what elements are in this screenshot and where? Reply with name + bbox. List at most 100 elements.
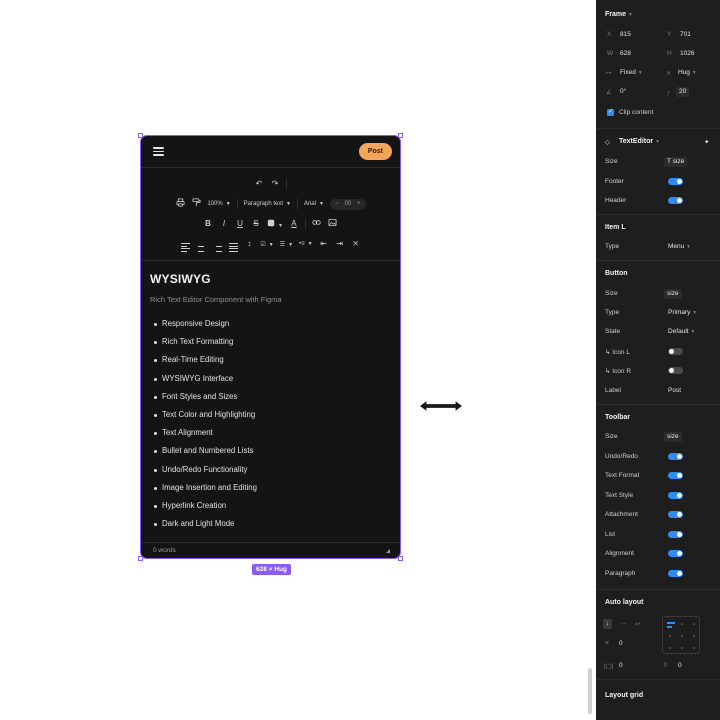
document-subtitle[interactable]: Rich Text Editor Component with Figma [150,295,392,304]
item-type-select[interactable]: Menu ▼ [668,243,691,250]
toolbar-size-field[interactable]: size [664,432,682,442]
list-item[interactable]: Real-Time Editing [150,351,392,369]
strikethrough-button[interactable]: S [251,218,261,230]
alignment-grid[interactable] [662,616,700,654]
button-size-field[interactable]: size [664,289,682,299]
text-color-button[interactable]: A [289,218,299,230]
frame-section-title[interactable]: Frame ▼ [605,11,633,18]
header-toggle[interactable] [668,197,683,204]
indent-increase-icon[interactable]: ⇥ [335,238,345,250]
corner-radius-field[interactable]: 20 [676,87,690,97]
list-toggle[interactable] [668,531,683,538]
selection-handle-bl[interactable] [138,556,143,561]
width-mode-select[interactable]: Fixed ▼ [620,69,643,76]
font-size-stepper[interactable]: − 00 + [329,198,366,210]
alignment-toggle[interactable] [668,550,683,557]
font-select[interactable]: Arial ▼ [304,201,324,207]
gap-field[interactable]: 0 [619,640,623,647]
component-size-field[interactable]: T size [664,157,688,167]
clear-format-icon[interactable]: ⨯ [351,238,361,250]
footer-toggle[interactable] [668,178,683,185]
rotation-field[interactable]: 0° [620,88,626,95]
list-item[interactable]: Undo/Redo Functionality [150,461,392,479]
highlight-select[interactable]: ▼ [267,219,283,229]
toolbar-row-format: B I U S ▼ A [149,214,392,234]
font-size-value[interactable]: 00 [344,201,351,207]
align-center-icon[interactable] [196,236,206,252]
bullet-list-select[interactable]: •≡ ▼ [299,241,313,247]
indent-decrease-icon[interactable]: ⇤ [319,238,329,250]
minus-icon[interactable]: − [335,201,339,207]
plus-icon[interactable]: + [357,201,361,207]
selection-handle-tl[interactable] [138,133,143,138]
canvas-scrollbar[interactable] [588,668,592,714]
checklist-icon: ☑ [260,241,266,248]
image-icon[interactable] [328,218,338,231]
text-editor-frame[interactable]: Post ↶ ↷ 100%▼ Paragraph text▼ Arial▼ [140,135,401,559]
horizontal-padding-field[interactable]: 0 [619,662,623,669]
button-state-select[interactable]: Default ▼ [668,328,695,335]
selection-handle-tr[interactable] [398,133,403,138]
align-left-icon[interactable] [180,236,190,252]
zoom-select[interactable]: 100% ▼ [207,201,230,207]
design-canvas[interactable]: Post ↶ ↷ 100%▼ Paragraph text▼ Arial▼ [0,0,596,720]
list-item[interactable]: Dark and Light Mode [150,515,392,533]
chevron-down-icon: ▼ [690,329,696,335]
text-format-toggle[interactable] [668,472,683,479]
list-item[interactable]: Font Styles and Sizes [150,388,392,406]
list-item[interactable]: Rich Text Formatting [150,333,392,351]
direction-wrap-icon[interactable]: ↩ [635,620,640,628]
text-style-toggle[interactable] [668,492,683,499]
undo-icon[interactable]: ↶ [254,178,264,190]
paint-format-icon[interactable] [191,197,201,211]
list-item[interactable]: Responsive Design [150,315,392,333]
link-icon[interactable] [312,218,322,231]
vertical-padding-field[interactable]: 0 [678,662,682,669]
height-mode-select[interactable]: Hug ▼ [678,69,697,76]
post-button[interactable]: Post [358,143,392,160]
height-resize-icon: ⨯ [666,70,672,77]
align-right-icon[interactable] [212,236,222,252]
paragraph-toggle[interactable] [668,570,683,577]
paragraph-style-select[interactable]: Paragraph text ▼ [244,201,291,207]
bold-button[interactable]: B [203,218,213,230]
list-item[interactable]: Bullet and Numbered Lists [150,442,392,460]
text-icon: T [667,158,671,165]
line-height-icon[interactable]: ↕ [244,238,254,250]
list-item[interactable]: Text Alignment [150,424,392,442]
menu-icon[interactable] [153,147,164,156]
direction-horizontal-icon[interactable]: → [620,620,627,627]
direction-vertical-icon[interactable]: ↓ [603,619,613,629]
icon-l-toggle[interactable] [668,348,683,355]
w-field[interactable]: 628 [620,50,631,57]
layout-grid-section-title[interactable]: Layout grid [605,692,643,699]
document-title[interactable]: WYSIWYG [150,272,392,286]
underline-button[interactable]: U [235,218,245,230]
button-label-field[interactable]: Post [668,387,681,394]
clip-content-checkbox[interactable]: ✓ [607,109,614,116]
italic-button[interactable]: I [219,218,229,230]
chevron-down-icon: ▼ [637,70,643,76]
align-justify-icon[interactable] [228,236,238,252]
y-field[interactable]: 701 [680,31,691,38]
component-actions-icon[interactable]: ✦ [704,138,709,146]
checklist-select[interactable]: ☑ ▼ [260,241,273,248]
selection-handle-br[interactable] [398,556,403,561]
numbered-list-select[interactable]: ☰ ▼ [280,241,293,248]
button-type-select[interactable]: Primary ▼ [668,309,697,316]
size-badge: 628 × Hug [252,564,291,575]
component-name[interactable]: TextEditor ▼ [619,138,660,145]
list-item[interactable]: Text Color and Highlighting [150,406,392,424]
redo-icon[interactable]: ↷ [270,178,280,190]
x-field[interactable]: 815 [620,31,631,38]
print-icon[interactable] [175,197,185,211]
undo-redo-toggle[interactable] [668,453,683,460]
h-field[interactable]: 1026 [680,50,694,57]
attachment-toggle[interactable] [668,511,683,518]
icon-r-toggle[interactable] [668,367,683,374]
list-item[interactable]: Image Insertion and Editing [150,479,392,497]
list-item[interactable]: WYSIWYG Interface [150,370,392,388]
editor-content[interactable]: WYSIWYG Rich Text Editor Component with … [141,261,400,533]
resize-grip-icon[interactable] [386,548,390,553]
list-item[interactable]: Hyperlink Creation [150,497,392,515]
